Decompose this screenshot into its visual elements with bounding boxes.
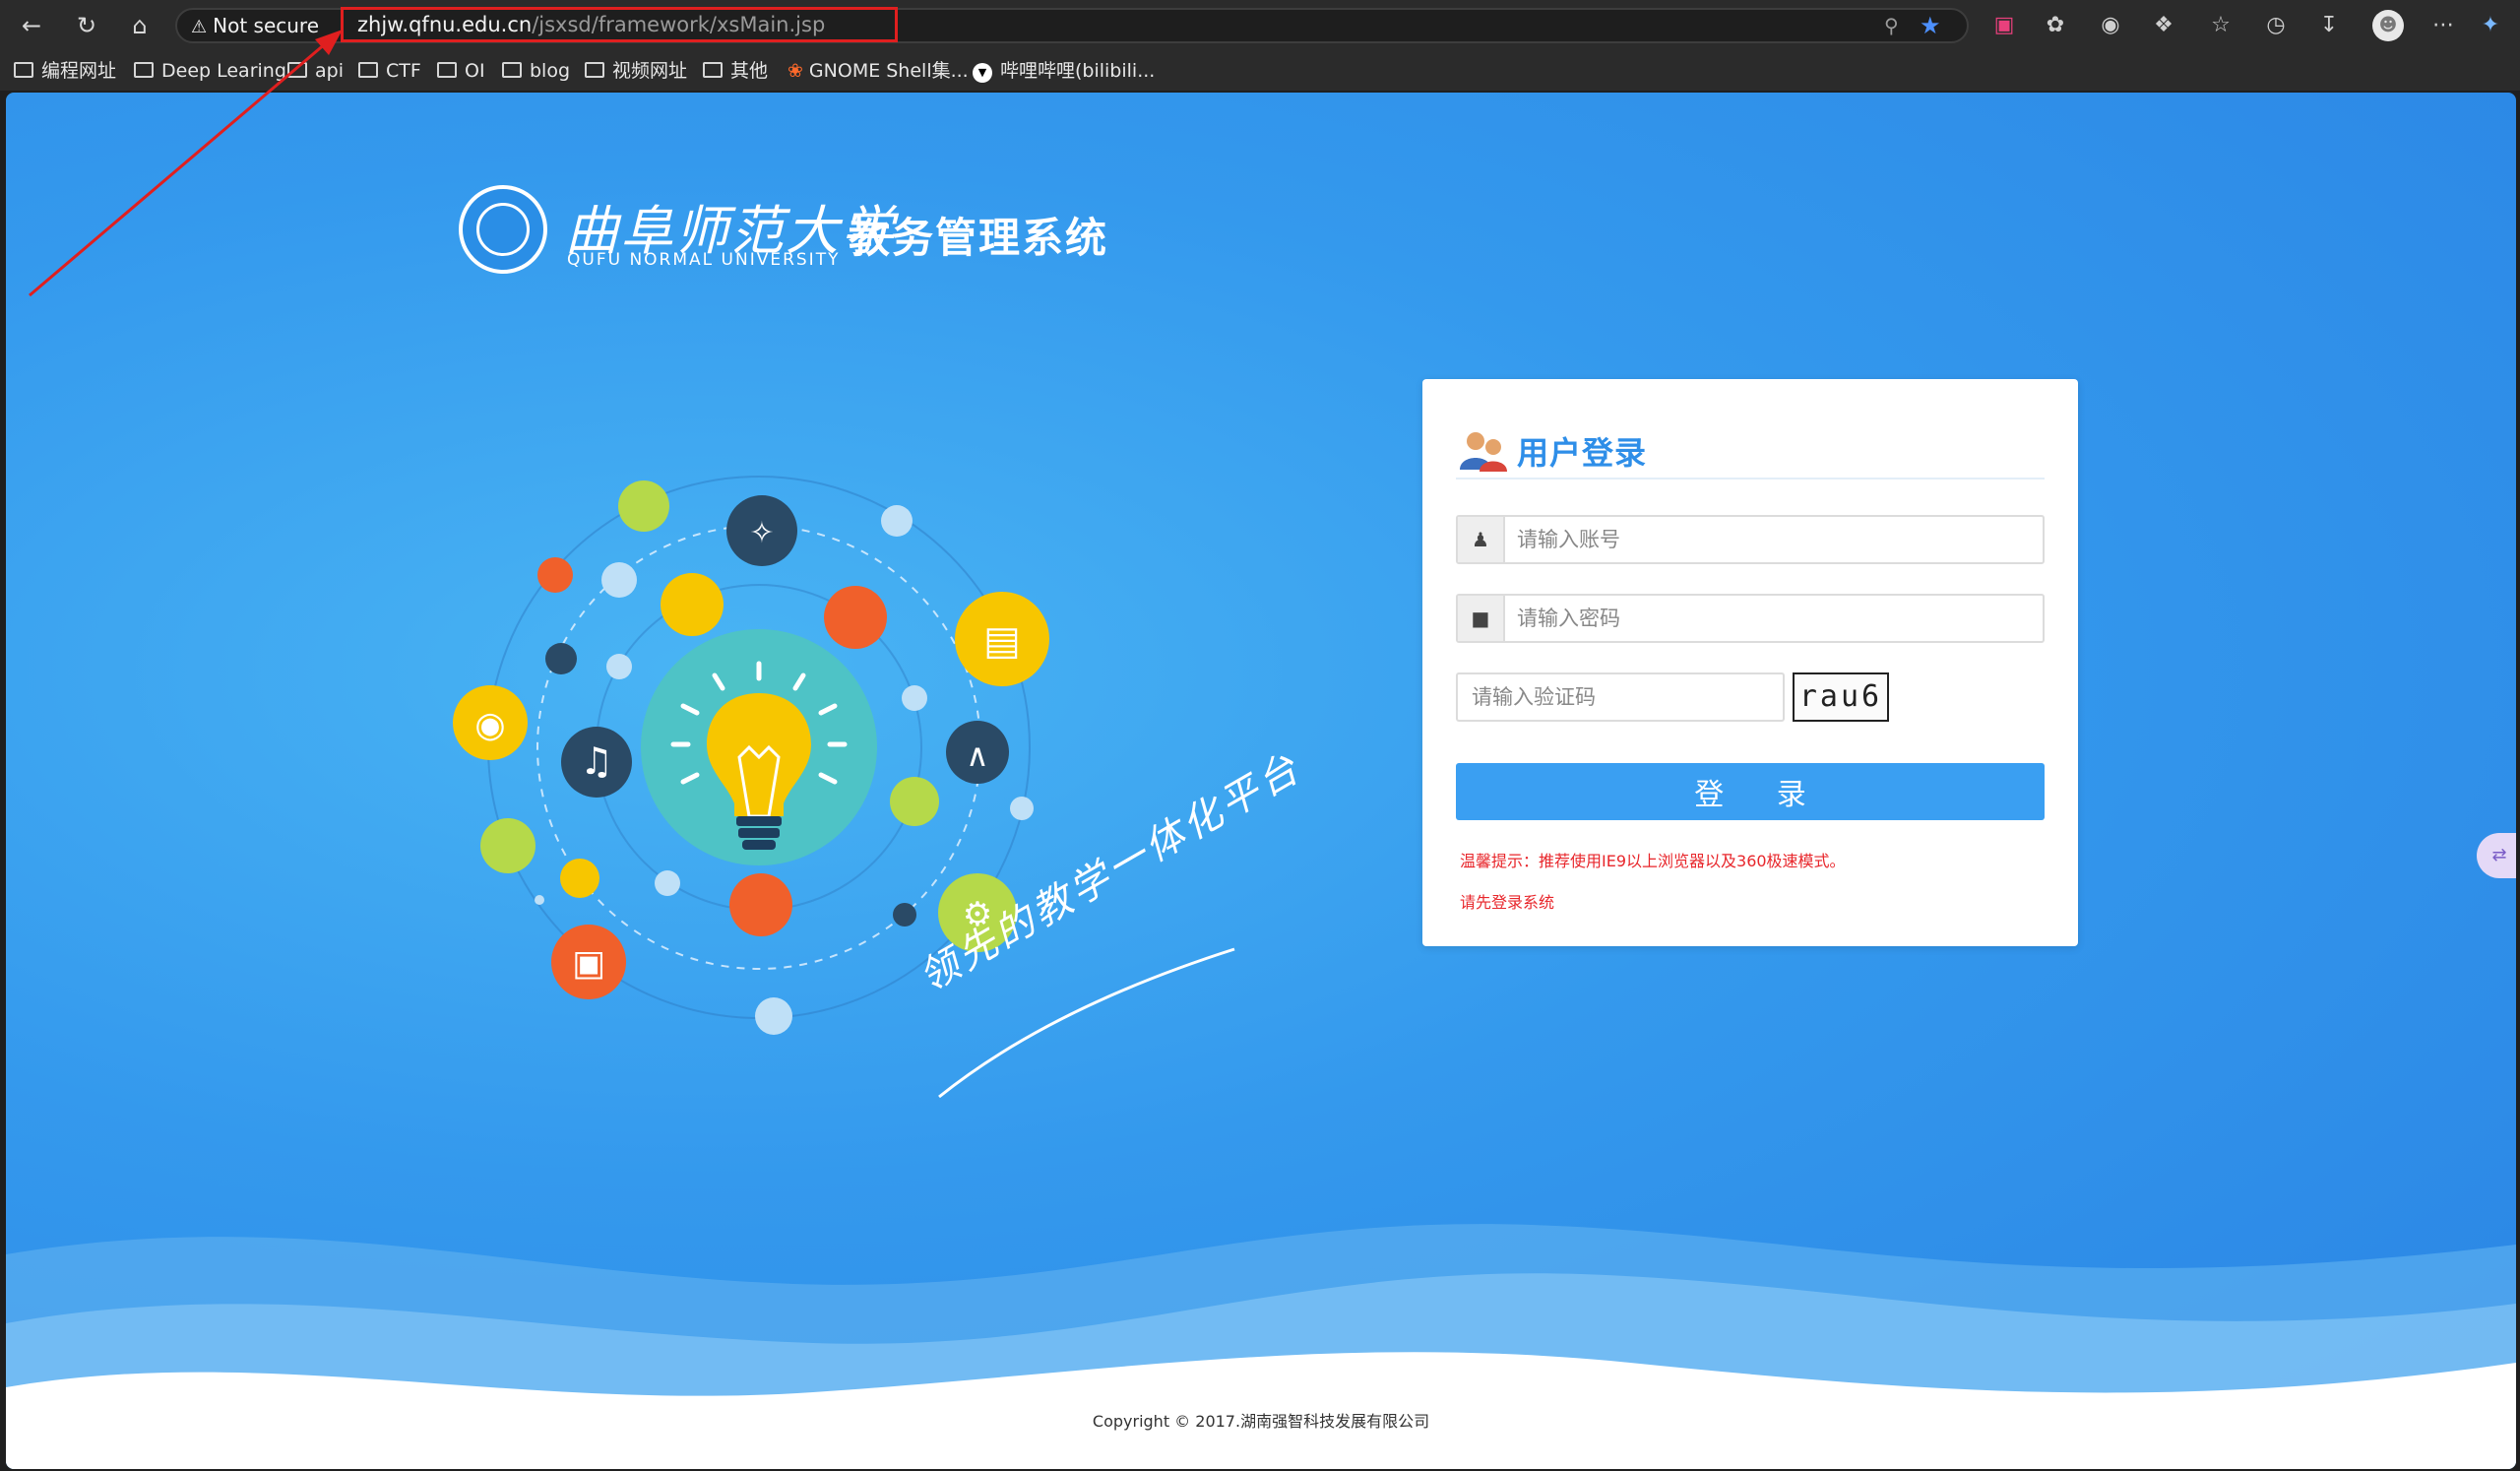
profile-avatar-icon[interactable]: ☻: [2372, 10, 2404, 41]
bookmark-label: 编程网址: [41, 60, 117, 82]
history-icon[interactable]: ◷: [2260, 10, 2292, 41]
bookmark-label: 视频网址: [612, 60, 688, 82]
bookmark-folder[interactable]: OI: [437, 57, 485, 85]
browser-tip: 温馨提示：推荐使用IE9以上浏览器以及360极速模式。: [1460, 852, 1846, 870]
bookmark-gnome[interactable]: ❀ GNOME Shell集...: [788, 57, 969, 85]
home-icon[interactable]: ⌂: [122, 8, 158, 43]
url-text[interactable]: zhjw.qfnu.edu.cn/jsxsd/framework/xsMain.…: [341, 7, 898, 42]
key-icon[interactable]: ⚲: [1884, 10, 1899, 41]
university-name-en: QUFU NORMAL UNIVERSITY: [567, 250, 841, 270]
folder-icon: [14, 62, 33, 78]
folder-icon: [437, 62, 457, 78]
bookmark-folder[interactable]: Deep Learing: [134, 57, 286, 85]
favorites-icon[interactable]: ☆: [2205, 10, 2236, 41]
bookmark-folder[interactable]: blog: [502, 57, 570, 85]
bookmark-label: api: [315, 60, 344, 82]
bookmark-folder[interactable]: CTF: [358, 57, 421, 85]
folder-icon: [703, 62, 723, 78]
reload-icon[interactable]: ↻: [69, 8, 104, 43]
captcha-image[interactable]: rau6: [1793, 672, 1889, 722]
password-field[interactable]: ■: [1456, 594, 2045, 643]
bookmark-bilibili[interactable]: ▼ 哔哩哔哩(bilibili...: [973, 57, 1155, 85]
security-label: Not secure: [213, 14, 320, 37]
bookmark-star-icon[interactable]: ★: [1920, 10, 1941, 41]
users-icon: [1460, 432, 1507, 472]
side-translate-icon[interactable]: ⇄: [2477, 833, 2516, 878]
password-input[interactable]: [1515, 602, 2031, 637]
login-status: 请先登录系统: [1460, 893, 1555, 912]
extensions-puzzle-icon[interactable]: ❖: [2148, 10, 2179, 41]
copyright-text: Copyright © 2017.湖南强智科技发展有限公司: [1092, 1412, 1430, 1431]
feather-extension-icon[interactable]: ✿: [2040, 10, 2071, 41]
slogan-underline: [938, 947, 1235, 1099]
bookmark-label: OI: [465, 60, 485, 82]
bookmark-folder[interactable]: 视频网址: [585, 57, 687, 85]
bookmark-label: CTF: [386, 60, 421, 82]
address-bar[interactable]: ⚠ Not secure zhjw.qfnu.edu.cn/jsxsd/frame…: [175, 7, 1969, 43]
bookmark-label: GNOME Shell集...: [808, 60, 969, 82]
gnome-icon: ❀: [788, 60, 803, 82]
username-field[interactable]: ♟: [1456, 515, 2045, 564]
url-path: /jsxsd/framework/xsMain.jsp: [532, 13, 826, 36]
bookmark-label: 哔哩哔哩(bilibili...: [1000, 60, 1156, 82]
bookmark-label: blog: [530, 60, 571, 82]
folder-icon: [358, 62, 378, 78]
login-title: 用户登录: [1517, 434, 1648, 472]
login-button[interactable]: 登 录: [1456, 763, 2045, 820]
warning-icon: ⚠: [191, 17, 208, 37]
download-icon[interactable]: ↧: [2313, 10, 2345, 41]
folder-icon: [287, 62, 307, 78]
username-input[interactable]: [1515, 523, 2031, 558]
captcha-field[interactable]: [1456, 672, 1785, 722]
university-seal-icon: [459, 185, 547, 274]
folder-icon: [134, 62, 154, 78]
more-menu-icon[interactable]: ⋯: [2427, 10, 2459, 41]
captcha-input[interactable]: [1470, 680, 1769, 716]
url-host: zhjw.qfnu.edu.cn: [357, 13, 533, 36]
lock-icon: ■: [1458, 596, 1505, 641]
bookmark-label: 其他: [730, 60, 769, 82]
system-name: 教务管理系统: [849, 214, 1109, 262]
folder-icon: [585, 62, 604, 78]
bilibili-icon: ▼: [973, 63, 992, 83]
bookmark-folder[interactable]: 其他: [703, 57, 768, 85]
browser-toolbar: ← ↻ ⌂ ⚠ Not secure zhjw.qfnu.edu.cn/jsxsd…: [0, 0, 2520, 51]
security-indicator[interactable]: ⚠ Not secure: [191, 10, 319, 41]
login-header: 用户登录: [1456, 422, 2045, 480]
glasses-extension-icon[interactable]: ◉: [2095, 10, 2126, 41]
copilot-icon[interactable]: ✦: [2475, 10, 2506, 41]
translate-extension-icon[interactable]: ▣: [1988, 10, 2020, 41]
bookmark-folder[interactable]: 编程网址: [14, 57, 116, 85]
bookmark-label: Deep Learing: [161, 60, 286, 82]
back-icon[interactable]: ←: [14, 8, 49, 43]
login-panel: 用户登录 ♟ ■ rau6 登 录 温馨提示：推荐使用IE9以上浏览器以及360…: [1422, 379, 2078, 946]
user-icon: ♟: [1458, 517, 1505, 562]
education-illustration: ♫ ◉ ∧ ▤ ▣ ⚙ ✧ 领先的教学一体化平台: [439, 378, 1309, 1126]
folder-icon: [502, 62, 522, 78]
page-viewport: 曲阜师范大学 QUFU NORMAL UNIVERSITY 教务管理系统 ♫ ◉…: [6, 93, 2516, 1469]
bookmarks-bar: 编程网址 Deep Learing api CTF OI blog 视频网址 其…: [0, 51, 2520, 91]
bookmark-folder[interactable]: api: [287, 57, 344, 85]
